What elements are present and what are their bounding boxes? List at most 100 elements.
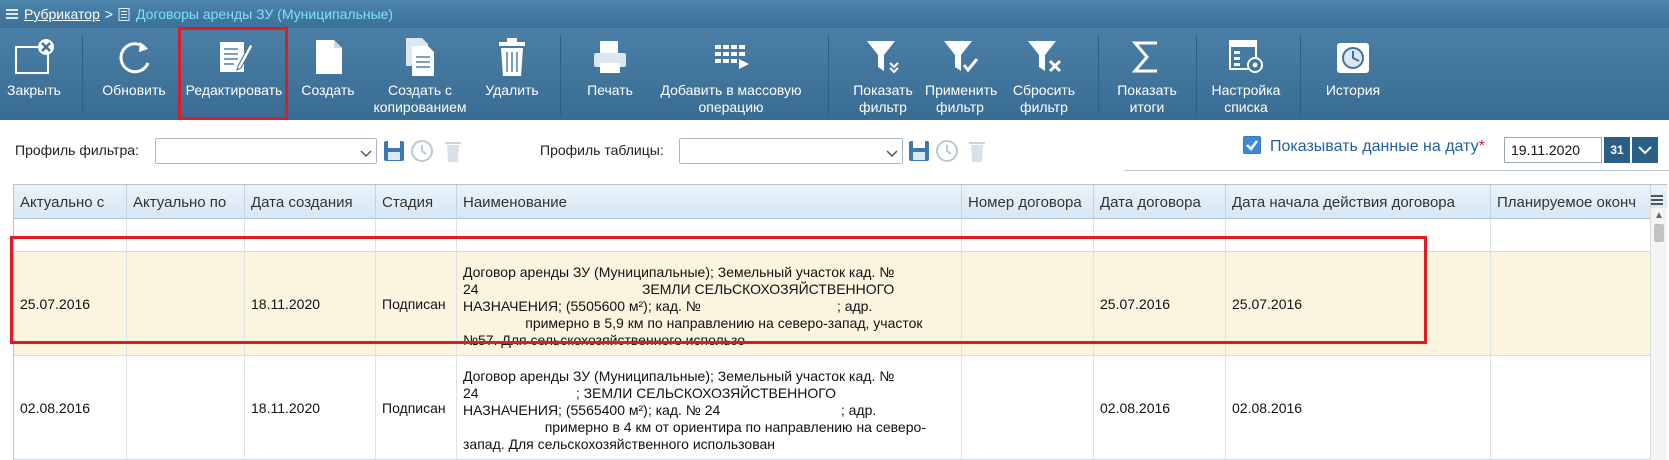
table-profile-label: Профиль таблицы: xyxy=(540,142,664,158)
show-filter-label: Показать фильтр xyxy=(853,82,913,115)
scroll-up-icon[interactable]: ▲ xyxy=(1654,210,1664,221)
table-header: Актуально с Актуально по Дата создания С… xyxy=(14,184,1667,219)
print-button[interactable]: Печать xyxy=(576,28,644,120)
delete-label: Удалить xyxy=(485,82,539,98)
breadcrumb-root-link[interactable]: Рубрикатор xyxy=(24,6,100,22)
history-button[interactable]: История xyxy=(1318,28,1388,120)
show-on-date-checkbox[interactable] xyxy=(1243,136,1261,154)
toolbar-divider xyxy=(828,36,829,116)
show-totals-button[interactable]: Показать итоги xyxy=(1112,28,1182,120)
filter-reset-icon xyxy=(1022,34,1066,80)
clock-icon[interactable] xyxy=(409,137,435,165)
delete-button[interactable]: Удалить xyxy=(478,28,546,120)
table-cell xyxy=(962,252,1094,355)
table-cell xyxy=(14,219,127,251)
table-row-selected[interactable]: 25.07.2016 18.11.2020 Подписан Договор а… xyxy=(14,252,1654,356)
column-header[interactable]: Актуально по xyxy=(127,185,245,219)
toolbar-divider xyxy=(1098,36,1099,116)
column-header[interactable]: Номер договора xyxy=(962,185,1094,219)
new-document-icon xyxy=(306,34,350,80)
table-cell: 25.07.2016 xyxy=(14,252,127,355)
column-header[interactable]: Дата создания xyxy=(245,185,376,219)
breadcrumb: Рубрикатор > Договоры аренды ЗУ (Муницип… xyxy=(0,0,1669,28)
toolbar-divider xyxy=(1300,36,1301,116)
table-cell: 02.08.2016 xyxy=(14,356,127,459)
trash-icon[interactable] xyxy=(964,137,990,165)
save-icon[interactable] xyxy=(381,137,407,165)
table-cell: Подписан xyxy=(376,252,457,355)
add-mass-label: Добавить в массовую операцию xyxy=(660,82,802,115)
chevron-down-icon xyxy=(360,146,372,158)
column-header[interactable]: Актуально с xyxy=(14,185,127,219)
close-label: Закрыть xyxy=(7,82,61,98)
date-input[interactable]: 19.11.2020 xyxy=(1504,137,1602,163)
scrollbar-thumb[interactable] xyxy=(1654,224,1664,242)
trash-icon xyxy=(490,34,534,80)
show-on-date-label: Показывать данные на дату* xyxy=(1270,138,1485,156)
create-copy-button[interactable]: Создать с копированием xyxy=(368,28,472,120)
table-cell xyxy=(127,356,245,459)
table-cell-name: Договор аренды ЗУ (Муниципальные); Земел… xyxy=(457,252,962,355)
save-icon[interactable] xyxy=(906,137,932,165)
reset-filter-label: Сбросить фильтр xyxy=(1012,82,1076,115)
column-header[interactable]: Дата договора xyxy=(1094,185,1226,219)
table-cell xyxy=(245,219,376,251)
list-settings-button[interactable]: Настройка списка xyxy=(1206,28,1286,120)
history-icon xyxy=(1331,34,1375,80)
chevron-down-icon xyxy=(886,146,898,158)
chevron-down-icon[interactable] xyxy=(1632,137,1658,163)
close-button[interactable]: Закрыть xyxy=(0,28,68,120)
table-cell xyxy=(962,219,1094,251)
table-cell: Подписан xyxy=(376,356,457,459)
table-cell xyxy=(962,356,1094,459)
table-cell xyxy=(1226,219,1491,251)
filter-apply-icon xyxy=(938,34,982,80)
add-mass-operation-button[interactable]: Добавить в массовую операцию xyxy=(656,28,806,120)
refresh-button[interactable]: Обновить xyxy=(98,28,170,120)
table-cell: 18.11.2020 xyxy=(245,252,376,355)
table-cell: 02.08.2016 xyxy=(1226,356,1491,459)
column-header[interactable]: Дата начала действия договора xyxy=(1226,185,1491,219)
column-menu-icon[interactable] xyxy=(1649,192,1667,208)
show-filter-button[interactable]: Показать фильтр xyxy=(848,28,918,120)
table-profile-select[interactable] xyxy=(679,138,903,164)
column-header[interactable]: Наименование xyxy=(457,185,962,219)
print-label: Печать xyxy=(587,82,633,98)
table-row[interactable]: 02.08.2016 18.11.2020 Подписан Договор а… xyxy=(14,356,1654,460)
clock-icon[interactable] xyxy=(934,137,960,165)
show-on-date-text: Показывать данные на дату xyxy=(1270,138,1479,155)
create-button[interactable]: Создать xyxy=(294,28,362,120)
edit-button[interactable]: Редактировать xyxy=(182,28,286,120)
printer-icon xyxy=(588,34,632,80)
filter-show-icon xyxy=(861,34,905,80)
toolbar: Закрыть Обновить Редактировать Создать С… xyxy=(0,28,1669,120)
vertical-scrollbar[interactable]: ▲ xyxy=(1650,208,1667,460)
table-cell: 25.07.2016 xyxy=(1226,252,1491,355)
apply-filter-button[interactable]: Применить фильтр xyxy=(924,28,997,120)
trash-icon[interactable] xyxy=(440,137,466,165)
table-cell xyxy=(376,219,457,251)
list-settings-label: Настройка списка xyxy=(1211,82,1281,115)
toolbar-divider xyxy=(560,36,561,116)
table-cell xyxy=(1491,252,1651,355)
column-header[interactable]: Планируемое оконч xyxy=(1491,185,1651,219)
required-mark: * xyxy=(1478,138,1485,155)
reset-filter-button[interactable]: Сбросить фильтр xyxy=(1008,28,1080,120)
column-header[interactable]: Стадия xyxy=(376,185,457,219)
calendar-icon[interactable]: 31 xyxy=(1604,137,1630,163)
toolbar-divider xyxy=(1196,36,1197,116)
document-icon xyxy=(118,7,130,21)
table-row[interactable] xyxy=(14,219,1654,252)
table-cell xyxy=(127,252,245,355)
toolbar-divider xyxy=(82,36,83,116)
edit-icon xyxy=(212,34,256,80)
filter-profile-select[interactable] xyxy=(155,138,377,164)
table-cell xyxy=(1491,219,1651,251)
table-cell: 02.08.2016 xyxy=(1094,356,1226,459)
data-table: Актуально с Актуально по Дата создания С… xyxy=(13,184,1667,460)
refresh-label: Обновить xyxy=(102,82,166,98)
table-cell: 25.07.2016 xyxy=(1094,252,1226,355)
close-icon xyxy=(12,34,56,80)
refresh-icon xyxy=(112,34,156,80)
table-cell xyxy=(457,219,962,251)
